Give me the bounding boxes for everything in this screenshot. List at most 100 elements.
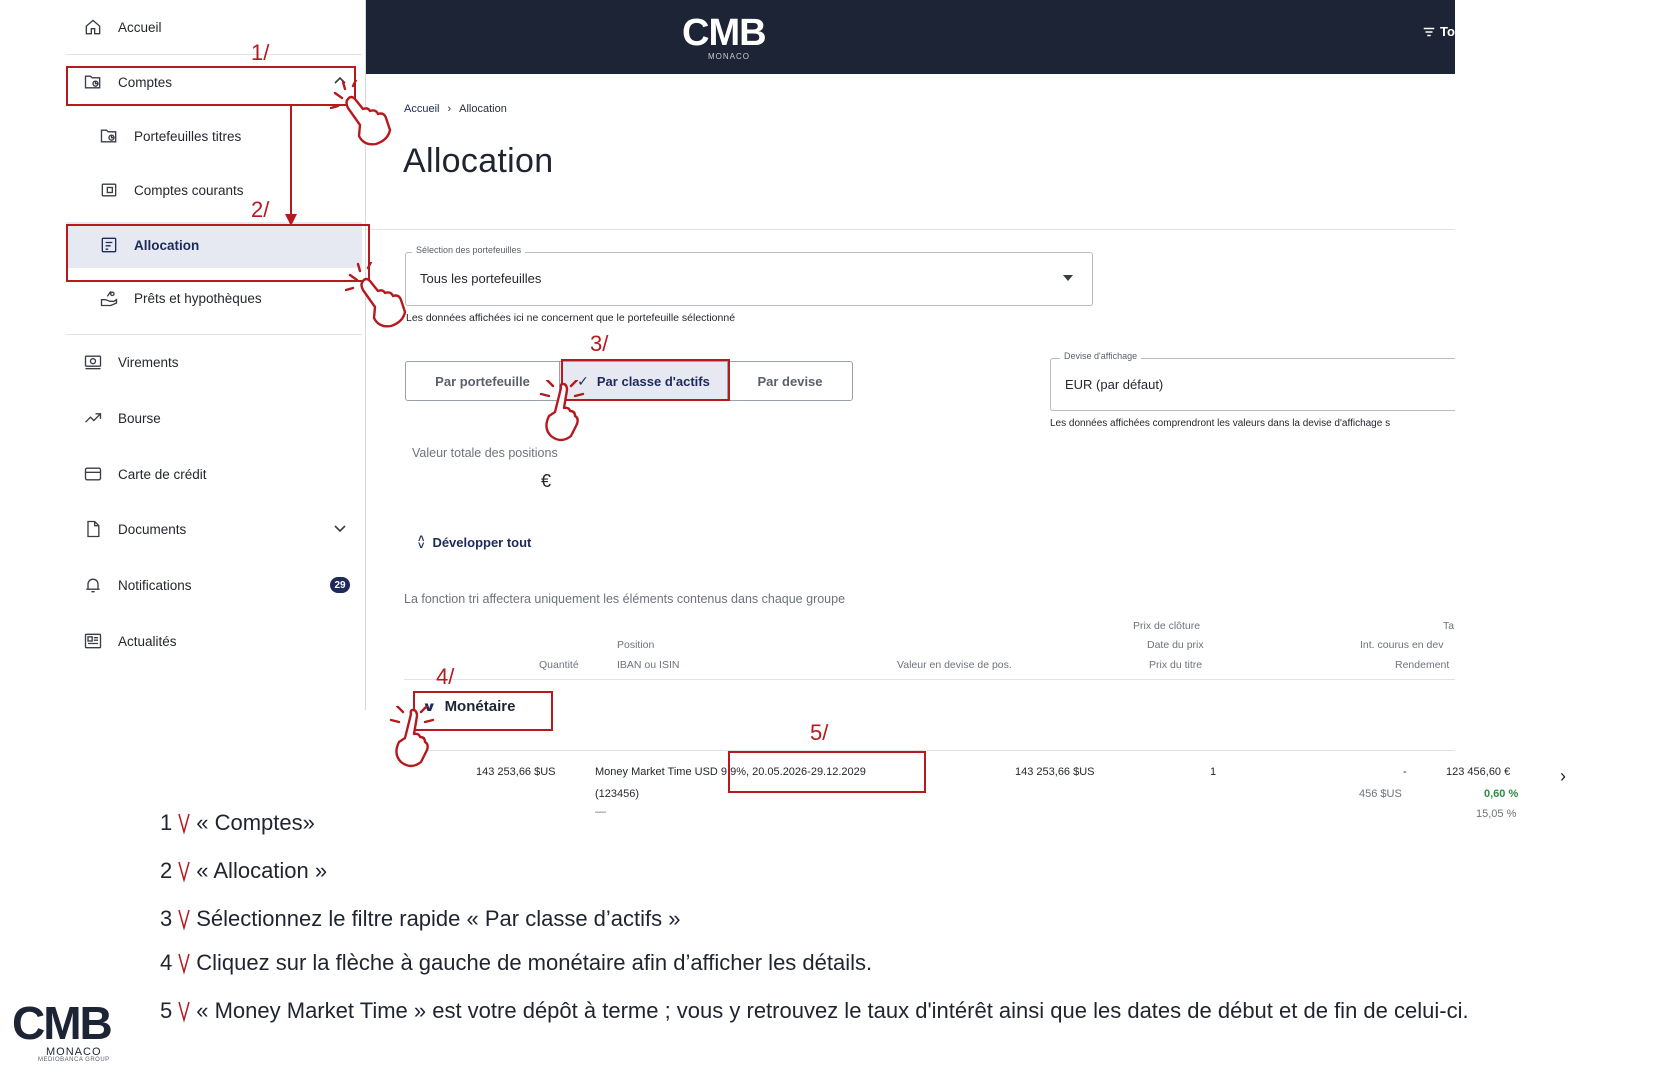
instruction-3: 3 Sélectionnez le filtre rapide « Par cl… <box>160 906 681 932</box>
header-valeur-devise[interactable]: Valeur en devise de pos. <box>897 659 1012 671</box>
wallet-icon <box>98 179 120 201</box>
instruction-5: 5 « Money Market Time » est votre dépôt … <box>160 998 1469 1024</box>
caret-down-icon[interactable] <box>1063 275 1073 281</box>
filter-label: To <box>1440 24 1455 39</box>
annotation-number-4: 4/ <box>436 664 455 689</box>
instruction-number: 3 <box>160 906 173 931</box>
segment-label: Par portefeuille <box>435 373 530 389</box>
header-ta[interactable]: Ta <box>1443 620 1454 632</box>
row-dash-small: — <box>595 806 606 818</box>
header-prix-titre[interactable]: Prix du titre <box>1149 659 1202 671</box>
breadcrumb-current: Allocation <box>459 103 507 115</box>
portfolio-icon <box>98 125 120 147</box>
v-marker-icon <box>176 858 192 884</box>
annotation-box-5 <box>728 751 926 793</box>
footer-logo-text: CMB <box>12 997 113 1049</box>
row-quantity: 143 253,66 $US <box>476 766 556 778</box>
instruction-number: 5 <box>160 998 173 1023</box>
hand-pointer-icon <box>344 260 415 332</box>
row-chevron-right-icon[interactable]: › <box>1560 766 1566 787</box>
instruction-text: « Money Market Time » est votre dépôt à … <box>196 998 1469 1023</box>
sidebar-item-documents[interactable]: Documents <box>66 509 362 549</box>
sidebar-item-actualites[interactable]: Actualités <box>66 621 362 661</box>
currency-select-help: Les données affichées comprendront les v… <box>1050 418 1391 429</box>
portfolio-select-legend: Sélection des portefeuilles <box>412 245 526 255</box>
header-quantite[interactable]: Quantité <box>539 659 579 671</box>
header-prix-cloture[interactable]: Prix de clôture <box>1133 620 1200 632</box>
sidebar-item-label: Bourse <box>118 410 161 426</box>
divider <box>66 54 362 55</box>
hand-pointer-icon <box>525 378 595 450</box>
sidebar-item-label: Notifications <box>118 577 192 593</box>
sidebar-item-label: Comptes courants <box>134 182 244 198</box>
header-int-courus[interactable]: Int. courus en dev <box>1360 639 1443 651</box>
divider <box>404 750 1455 751</box>
currency-select-legend: Devise d'affichage <box>1060 351 1142 361</box>
news-icon <box>82 630 104 652</box>
header-position[interactable]: Position <box>617 639 654 651</box>
sidebar-item-label: Carte de crédit <box>118 466 207 482</box>
sidebar-item-label: Portefeuilles titres <box>134 128 242 144</box>
sidebar-item-label: Actualités <box>118 633 177 649</box>
sort-note: La fonction tri affectera uniquement les… <box>404 592 846 606</box>
filter-button[interactable]: To <box>1422 24 1455 39</box>
transfer-icon <box>82 351 104 373</box>
instruction-2: 2 « Allocation » <box>160 858 327 884</box>
instruction-1: 1 « Comptes» <box>160 810 315 836</box>
currency-select-value: EUR (par défaut) <box>1065 377 1164 392</box>
sidebar-item-portefeuilles[interactable]: Portefeuilles titres <box>66 116 362 156</box>
cmb-logo[interactable]: CMB MONACO <box>682 12 782 62</box>
chevron-right-icon: › <box>447 103 452 115</box>
sidebar-item-comptes-courants[interactable]: Comptes courants <box>66 170 362 210</box>
header-iban[interactable]: IBAN ou ISIN <box>617 659 679 671</box>
header-rendement[interactable]: Rendement <box>1395 659 1449 671</box>
instruction-number: 2 <box>160 858 173 883</box>
instruction-text: « Allocation » <box>196 858 328 883</box>
hand-pointer-icon <box>375 704 445 776</box>
instruction-text: Sélectionnez le filtre rapide « Par clas… <box>196 906 681 931</box>
annotation-number-2: 2/ <box>251 197 270 222</box>
sidebar-item-carte[interactable]: Carte de crédit <box>66 454 362 494</box>
filter-par-devise[interactable]: Par devise <box>727 361 853 401</box>
footer-logo-group: MEDIOBANCA GROUP <box>38 1057 110 1063</box>
chevron-down-icon[interactable] <box>332 520 348 536</box>
expand-all-button[interactable]: ˄ ˅ Développer tout <box>418 533 532 551</box>
row-accrued: 456 $US <box>1359 788 1402 800</box>
row-isin: (123456) <box>595 788 640 800</box>
divider <box>404 679 1455 680</box>
v-marker-icon <box>176 810 192 836</box>
document-icon <box>82 518 104 540</box>
annotation-number-1: 1/ <box>251 40 270 65</box>
sidebar: Accueil Comptes Portefeuilles titres Com… <box>66 0 366 710</box>
instruction-text: Cliquez sur la flèche à gauche de monéta… <box>196 950 873 975</box>
row-value-pos: 143 253,66 $US <box>1015 766 1095 778</box>
breadcrumb-home[interactable]: Accueil <box>404 103 439 115</box>
v-marker-icon <box>176 998 192 1024</box>
portfolio-select-value: Tous les portefeuilles <box>420 271 542 286</box>
header-date-prix[interactable]: Date du prix <box>1147 639 1204 651</box>
row-amount: 123 456,60 € <box>1446 766 1511 778</box>
annotation-number-3: 3/ <box>590 331 609 356</box>
portfolio-select-help: Les données affichées ici ne concernent … <box>406 312 736 324</box>
home-icon <box>82 16 104 38</box>
sidebar-item-prets[interactable]: Prêts et hypothèques <box>66 278 362 318</box>
notification-count-badge: 29 <box>330 577 350 593</box>
instruction-text: « Comptes» <box>196 810 315 835</box>
sidebar-item-label: Documents <box>118 521 187 537</box>
sidebar-item-accueil[interactable]: Accueil <box>66 7 362 47</box>
sidebar-item-notifications[interactable]: Notifications 29 <box>66 565 362 605</box>
row-pct2: 15,05 % <box>1476 808 1517 820</box>
instruction-number: 1 <box>160 810 173 835</box>
annotation-arrow <box>285 104 297 226</box>
annotation-box-2 <box>66 224 370 282</box>
row-close-price: 1 <box>1210 766 1217 778</box>
sidebar-item-bourse[interactable]: Bourse <box>66 398 362 438</box>
sidebar-item-label: Accueil <box>118 19 162 35</box>
total-value: € <box>541 471 552 491</box>
annotation-number-5: 5/ <box>810 720 829 745</box>
bell-icon <box>82 574 104 596</box>
expand-all-label: Développer tout <box>432 535 532 550</box>
breadcrumb: Accueil › Allocation <box>404 103 507 115</box>
sidebar-item-virements[interactable]: Virements <box>66 342 362 382</box>
instruction-4: 4 Cliquez sur la flèche à gauche de moné… <box>160 950 872 976</box>
